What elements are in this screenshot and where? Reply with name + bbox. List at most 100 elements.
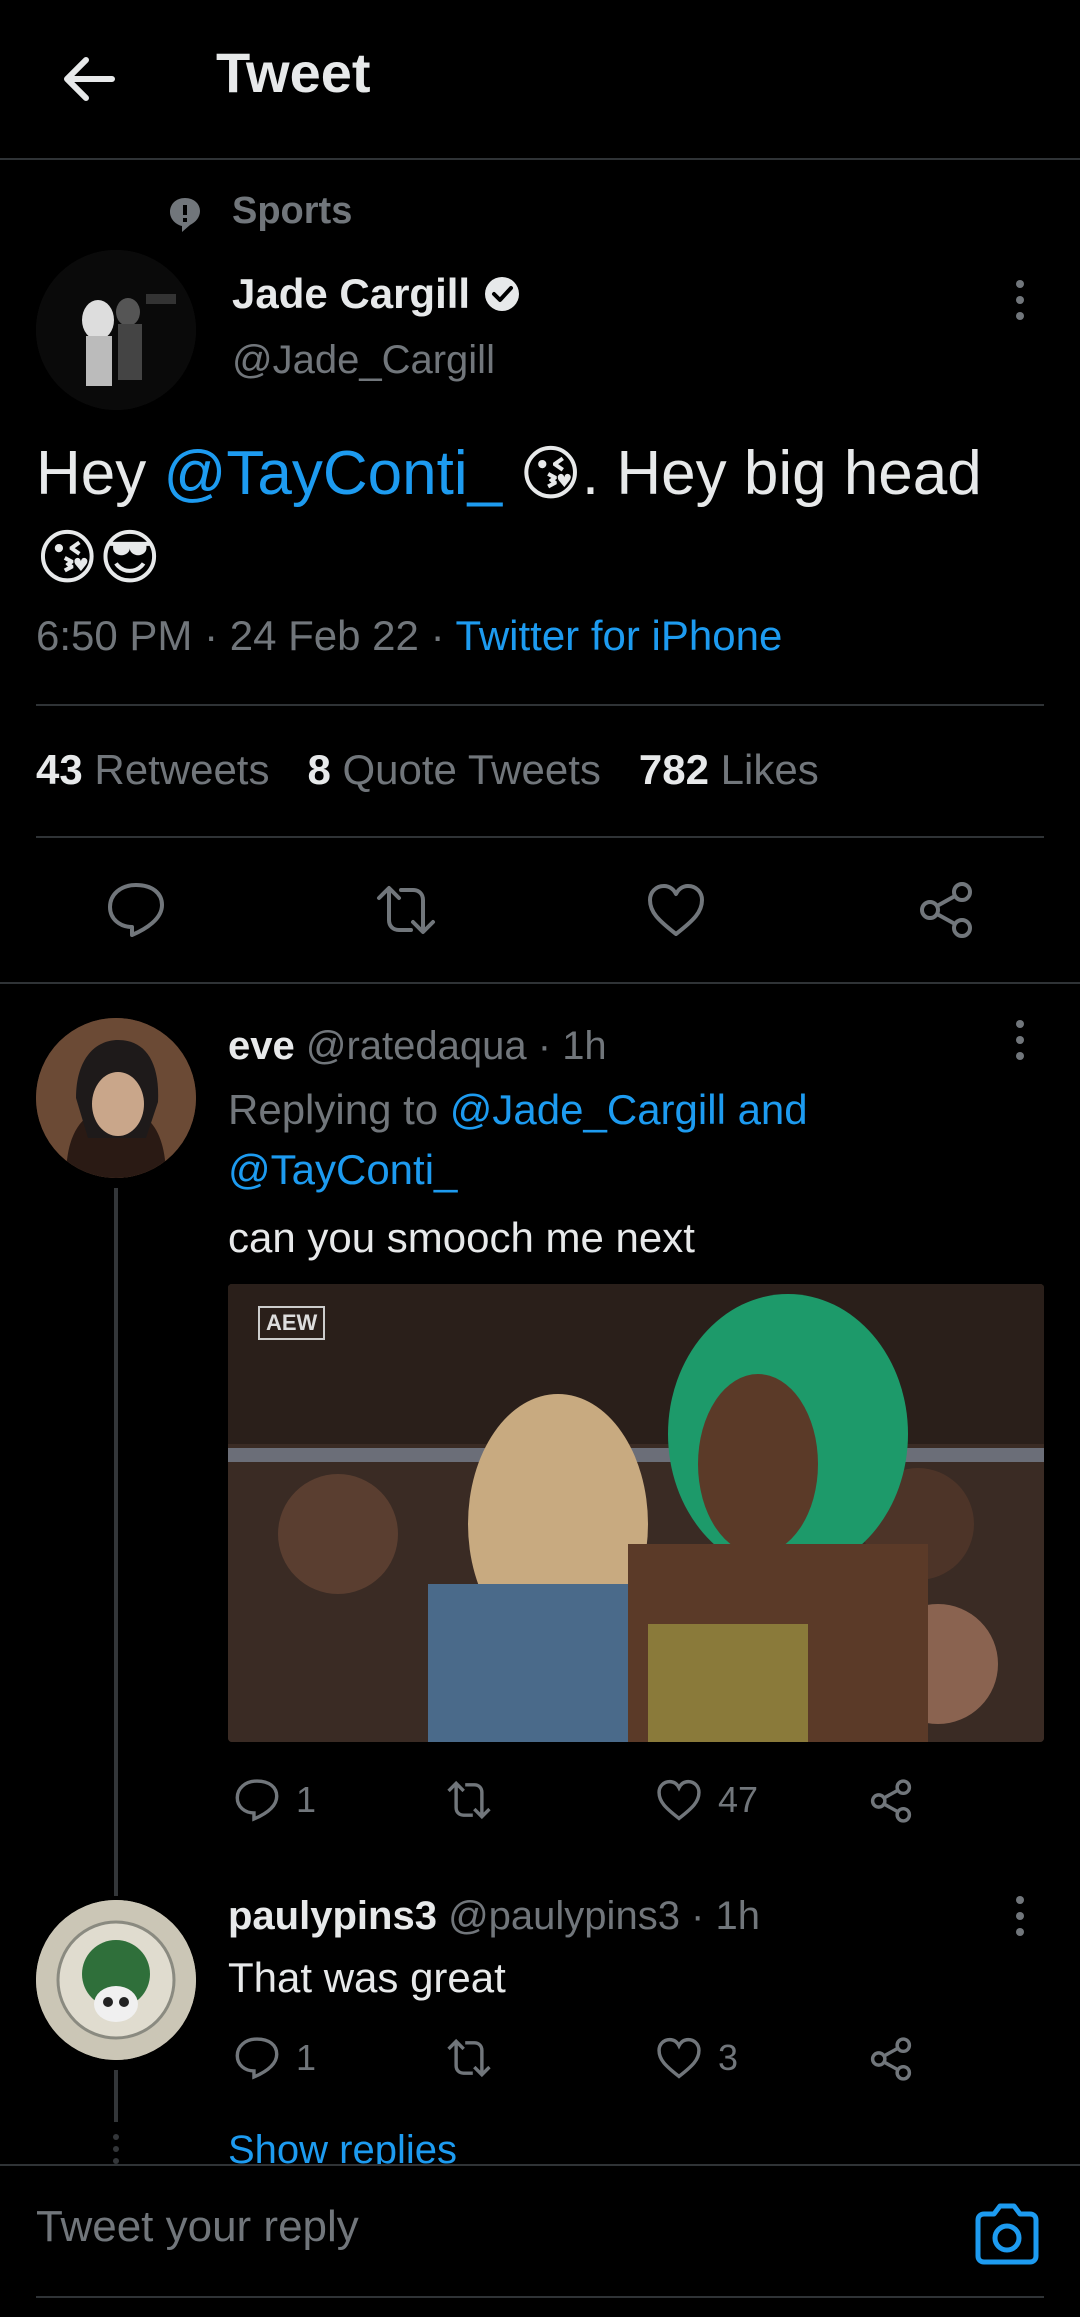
reply-2-reply-button[interactable]: 1	[234, 2036, 316, 2080]
tweet-text-part: Hey	[36, 439, 164, 508]
camera-icon	[975, 2203, 1039, 2265]
reply-2-retweet-button[interactable]	[444, 2036, 510, 2080]
reply-time: 1h	[715, 1894, 760, 1938]
reply-count: 1	[296, 1779, 317, 1820]
reply-author-name[interactable]: paulypins3	[228, 1894, 437, 1938]
heart-icon	[648, 884, 704, 936]
reply-icon	[108, 883, 164, 937]
reply-header: paulypins3 @paulypins3 · 1h	[228, 1894, 760, 1938]
quotes-stat[interactable]: 8 Quote Tweets	[307, 746, 600, 794]
mention-link[interactable]: @TayConti_	[228, 1146, 457, 1193]
reply-avatar[interactable]	[36, 1900, 196, 2060]
like-count: 47	[718, 1779, 759, 1820]
reply-media-image[interactable]: AEW	[228, 1284, 1044, 1742]
share-button[interactable]	[906, 870, 986, 950]
mention-link[interactable]: @TayConti_	[163, 439, 502, 508]
reply-2-share-button[interactable]	[868, 2036, 914, 2082]
likes-stat[interactable]: 782 Likes	[639, 746, 819, 794]
show-replies-clip: Show replies	[228, 2128, 457, 2164]
tweet-source[interactable]: Twitter for iPhone	[455, 612, 782, 659]
like-button[interactable]	[636, 870, 716, 950]
show-replies-link[interactable]: Show replies	[228, 2128, 457, 2164]
kiss-emoji: 😘	[519, 439, 582, 509]
heart-icon	[657, 1779, 701, 1821]
tweet-text-part	[502, 439, 519, 508]
reply-header: eve @ratedaqua · 1h	[228, 1024, 607, 1068]
camera-button[interactable]	[972, 2202, 1042, 2266]
retweet-icon	[447, 2038, 491, 2078]
emoji-pair: 😘😎	[36, 523, 162, 593]
tweet-meta: 6:50 PM · 24 Feb 22 · Twitter for iPhone	[36, 612, 783, 659]
more-dot-icon	[1016, 312, 1024, 320]
more-dot-icon	[1016, 1036, 1024, 1044]
tweet-more-button[interactable]	[1000, 270, 1040, 330]
divider	[0, 982, 1080, 984]
reply-1-like-button[interactable]: 47	[656, 1778, 758, 1822]
divider	[36, 2296, 1044, 2298]
author-name-row[interactable]: Jade Cargill	[232, 270, 522, 318]
likes-label: Likes	[720, 746, 819, 793]
replying-to: Replying to @Jade_Cargill and @TayConti_	[228, 1080, 1048, 1200]
reply-button[interactable]	[96, 870, 176, 950]
reply-1-reply-button[interactable]: 1	[234, 1778, 316, 1822]
reply-text: That was great	[228, 1954, 506, 2001]
likes-count: 782	[638, 746, 709, 793]
quotes-count: 8	[307, 746, 331, 793]
reply-icon	[235, 2037, 279, 2080]
author-name[interactable]: Jade Cargill	[232, 270, 470, 318]
replying-prefix: Replying to	[228, 1086, 439, 1133]
more-dot-icon	[1016, 1020, 1024, 1028]
aew-logo: AEW	[258, 1306, 326, 1340]
reply-composer	[0, 2164, 1080, 2300]
page-title: Tweet	[216, 41, 371, 104]
header-bar: Tweet	[0, 0, 1080, 160]
reply-time: 1h	[562, 1024, 607, 1068]
retweets-stat[interactable]: 43 Retweets	[36, 746, 269, 794]
tweet-time: 6:50 PM	[36, 612, 193, 659]
more-dot-icon	[1016, 1052, 1024, 1060]
more-dot-icon	[1016, 296, 1024, 304]
verified-badge-icon	[485, 277, 520, 311]
reply-text: can you smooch me next	[228, 1214, 695, 1261]
topic-label[interactable]: Sports	[232, 186, 352, 236]
reply-author-handle[interactable]: @ratedaqua	[306, 1024, 527, 1068]
reply-more-button[interactable]	[1000, 1010, 1040, 1070]
share-icon	[920, 882, 972, 938]
quotes-label: Quote Tweets	[342, 746, 601, 793]
share-icon	[870, 2037, 912, 2081]
reply-author-name[interactable]: eve	[228, 1024, 295, 1068]
reply-2-like-button[interactable]: 3	[656, 2036, 738, 2080]
retweets-label: Retweets	[94, 746, 270, 793]
reply-input[interactable]	[36, 2202, 896, 2252]
author-avatar[interactable]	[36, 250, 196, 410]
tweet-text-part: . Hey big head	[581, 439, 982, 508]
reply-1-share-button[interactable]	[868, 1778, 914, 1824]
heart-icon	[657, 2037, 701, 2079]
tweet-date: 24 Feb 22	[229, 612, 419, 659]
share-icon	[870, 1779, 912, 1823]
more-dot-icon	[1016, 1928, 1024, 1936]
retweet-icon	[447, 1780, 491, 1820]
reply-avatar[interactable]	[36, 1018, 196, 1178]
more-dot-icon	[1016, 1912, 1024, 1920]
tweet-stats: 43 Retweets 8 Quote Tweets 782 Likes	[36, 746, 819, 794]
more-dot-icon	[1016, 1896, 1024, 1904]
thread-line	[114, 1188, 118, 1896]
divider	[36, 836, 1044, 838]
thread-dot-icon	[113, 2146, 119, 2152]
reply-more-button[interactable]	[1000, 1886, 1040, 1946]
like-count: 3	[718, 2037, 739, 2078]
reply-icon	[235, 1779, 279, 1822]
tweet-text: Hey @TayConti_ 😘. Hey big head 😘😎	[36, 432, 1046, 600]
divider	[36, 704, 1044, 706]
thread-dots	[110, 2134, 122, 2164]
author-handle[interactable]: @Jade_Cargill	[232, 338, 495, 383]
retweet-button[interactable]	[366, 870, 446, 950]
more-dot-icon	[1016, 280, 1024, 288]
reply-1-retweet-button[interactable]	[444, 1778, 510, 1822]
mention-link[interactable]: @Jade_Cargill and	[450, 1086, 808, 1133]
reply-author-handle[interactable]: @paulypins3	[448, 1894, 680, 1938]
retweet-icon	[377, 886, 435, 934]
back-button[interactable]	[48, 44, 128, 114]
arrow-left-icon	[64, 57, 115, 101]
